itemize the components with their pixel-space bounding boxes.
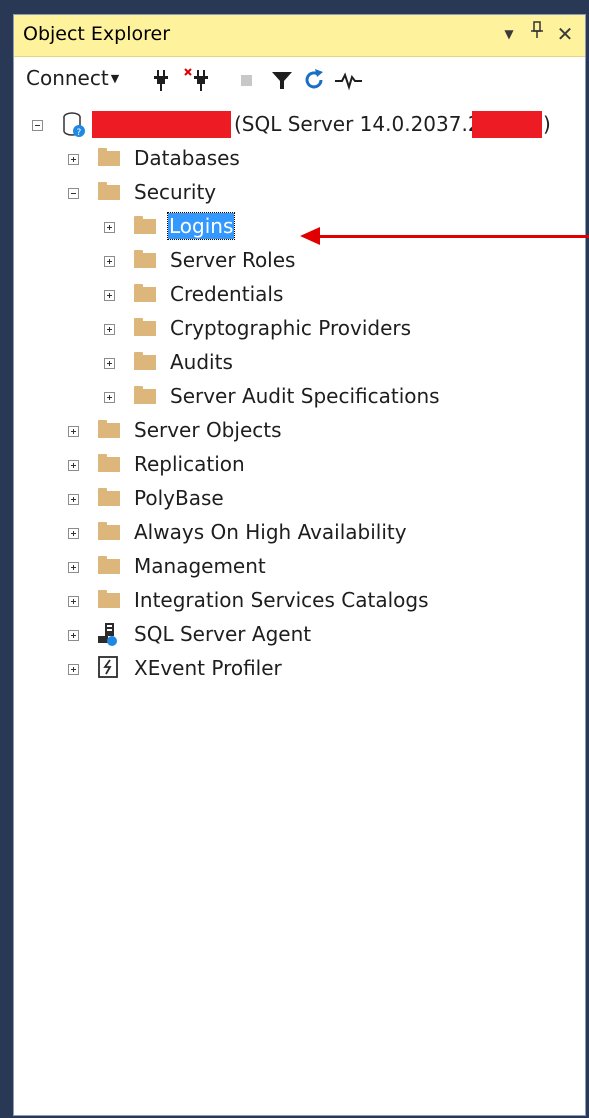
pin-icon[interactable] bbox=[526, 21, 548, 47]
node-label: Always On High Availability bbox=[134, 520, 407, 544]
expand-icon[interactable] bbox=[104, 324, 115, 335]
folder-icon bbox=[98, 454, 120, 472]
node-label: Server Roles bbox=[170, 248, 296, 272]
tree-node-server-objects[interactable]: Server Objects bbox=[14, 417, 585, 449]
expand-icon[interactable] bbox=[68, 596, 79, 607]
collapse-icon[interactable] bbox=[68, 188, 79, 199]
tree-node-replication[interactable]: Replication bbox=[14, 451, 585, 483]
tree-node-polybase[interactable]: PolyBase bbox=[14, 485, 585, 517]
tree-node-databases[interactable]: Databases bbox=[14, 145, 585, 177]
stop-icon[interactable] bbox=[234, 67, 260, 93]
sql-agent-icon bbox=[96, 621, 120, 651]
folder-icon bbox=[98, 590, 120, 608]
folder-icon bbox=[98, 420, 120, 438]
folder-icon bbox=[98, 148, 120, 166]
expand-icon[interactable] bbox=[68, 154, 79, 165]
folder-icon bbox=[98, 488, 120, 506]
panel-title-bar: Object Explorer ▼ ✕ bbox=[14, 15, 585, 57]
server-label: (SQL Server 14.0.2037.2 - bbox=[234, 112, 495, 136]
panel-title: Object Explorer bbox=[23, 23, 171, 45]
expand-icon[interactable] bbox=[68, 426, 79, 437]
expand-icon[interactable] bbox=[68, 528, 79, 539]
folder-icon bbox=[134, 386, 156, 404]
tree-node-server-audit-specifications[interactable]: Server Audit Specifications bbox=[14, 383, 585, 415]
node-label: Replication bbox=[134, 452, 245, 476]
tree-node-always-on[interactable]: Always On High Availability bbox=[14, 519, 585, 551]
filter-icon[interactable] bbox=[269, 67, 295, 93]
server-label-suffix: ) bbox=[543, 112, 551, 136]
node-label: Databases bbox=[134, 146, 240, 170]
annotation-arrow-line bbox=[318, 235, 589, 238]
tree-node-xevent-profiler[interactable]: XEvent Profiler bbox=[14, 655, 585, 687]
tree-node-server-roles[interactable]: Server Roles bbox=[14, 247, 585, 279]
node-label: Server Audit Specifications bbox=[170, 384, 440, 408]
xevent-icon bbox=[98, 656, 120, 684]
node-label: Management bbox=[134, 554, 266, 578]
folder-icon bbox=[98, 182, 120, 200]
chevron-down-icon: ▼ bbox=[110, 72, 120, 85]
tree-node-cryptographic-providers[interactable]: Cryptographic Providers bbox=[14, 315, 585, 347]
node-label-selected: Logins bbox=[166, 212, 236, 240]
window-frame: Object Explorer ▼ ✕ Connect ▼ ? (SQL Ser… bbox=[0, 0, 589, 1118]
redacted-server-name bbox=[92, 111, 231, 138]
node-label: Cryptographic Providers bbox=[170, 316, 412, 340]
tree-node-audits[interactable]: Audits bbox=[14, 349, 585, 381]
expand-icon[interactable] bbox=[68, 664, 79, 675]
folder-icon bbox=[98, 522, 120, 540]
annotation-arrow-head bbox=[300, 227, 320, 245]
node-label: XEvent Profiler bbox=[134, 656, 282, 680]
connect-icon[interactable] bbox=[148, 67, 174, 93]
tree-node-server[interactable]: ? (SQL Server 14.0.2037.2 - ) bbox=[14, 111, 585, 143]
node-label: Credentials bbox=[170, 282, 284, 306]
node-label: PolyBase bbox=[134, 486, 224, 510]
node-label: Audits bbox=[170, 350, 233, 374]
server-icon: ? bbox=[62, 111, 88, 143]
expand-icon[interactable] bbox=[68, 460, 79, 471]
folder-icon bbox=[134, 250, 156, 268]
tree-node-management[interactable]: Management bbox=[14, 553, 585, 585]
node-label: SQL Server Agent bbox=[134, 622, 312, 646]
node-label: Security bbox=[134, 180, 217, 204]
svg-text:?: ? bbox=[77, 128, 82, 138]
expand-icon[interactable] bbox=[104, 222, 115, 233]
tree-node-security[interactable]: Security bbox=[14, 179, 585, 211]
redacted-server-suffix bbox=[472, 111, 542, 138]
connect-button[interactable]: Connect ▼ bbox=[26, 66, 119, 90]
object-explorer-panel: Object Explorer ▼ ✕ Connect ▼ ? (SQL Ser… bbox=[13, 14, 586, 1116]
expand-icon[interactable] bbox=[104, 256, 115, 267]
toolbar: Connect ▼ bbox=[14, 57, 585, 101]
disconnect-icon[interactable] bbox=[183, 67, 209, 93]
folder-icon bbox=[134, 284, 156, 302]
tree-node-sql-server-agent[interactable]: SQL Server Agent bbox=[14, 621, 585, 653]
expand-icon[interactable] bbox=[104, 392, 115, 403]
folder-icon bbox=[134, 352, 156, 370]
refresh-icon[interactable] bbox=[302, 67, 328, 93]
tree-node-credentials[interactable]: Credentials bbox=[14, 281, 585, 313]
connect-label: Connect bbox=[26, 66, 109, 90]
tree-node-integration-services[interactable]: Integration Services Catalogs bbox=[14, 587, 585, 619]
expand-icon[interactable] bbox=[68, 494, 79, 505]
collapse-icon[interactable] bbox=[32, 120, 43, 131]
chevron-down-icon[interactable]: ▼ bbox=[498, 21, 520, 47]
folder-icon bbox=[134, 318, 156, 336]
folder-icon bbox=[134, 216, 156, 234]
expand-icon[interactable] bbox=[68, 562, 79, 573]
node-label: Integration Services Catalogs bbox=[134, 588, 429, 612]
expand-icon[interactable] bbox=[104, 290, 115, 301]
node-label: Server Objects bbox=[134, 418, 282, 442]
activity-monitor-icon[interactable] bbox=[334, 67, 362, 93]
folder-icon bbox=[98, 556, 120, 574]
close-icon[interactable]: ✕ bbox=[554, 21, 576, 47]
expand-icon[interactable] bbox=[68, 630, 79, 641]
expand-icon[interactable] bbox=[104, 358, 115, 369]
